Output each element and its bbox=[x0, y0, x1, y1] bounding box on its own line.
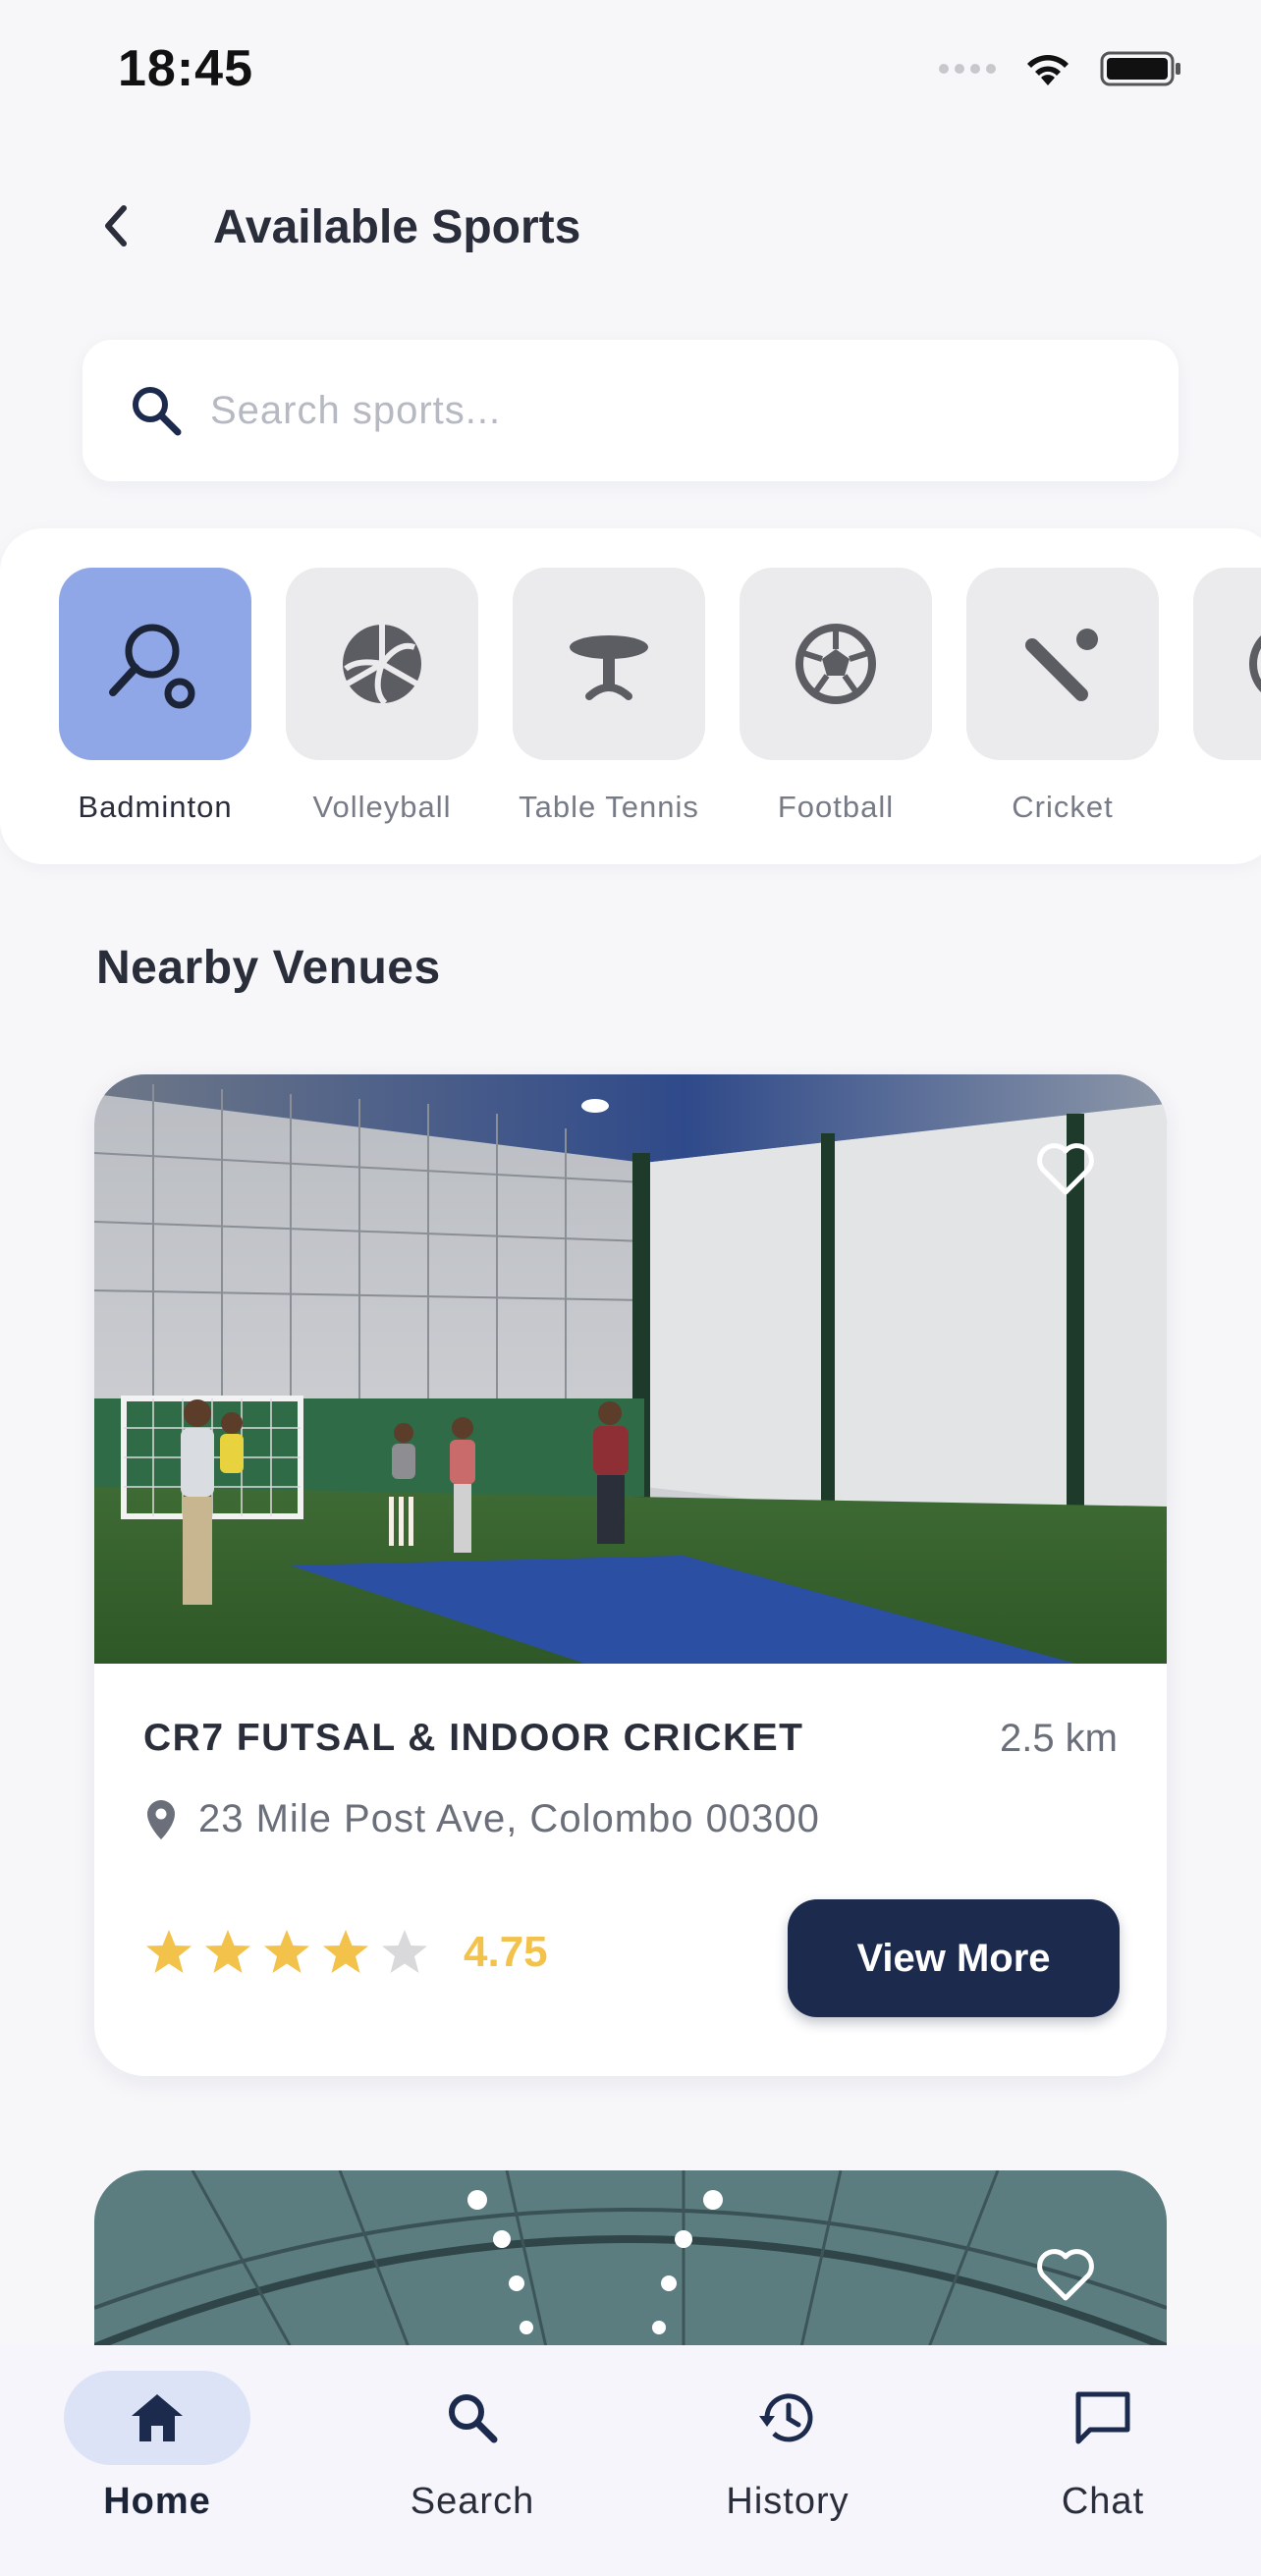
wifi-icon bbox=[1027, 55, 1069, 85]
category-tile bbox=[513, 568, 705, 760]
volleyball-icon bbox=[343, 625, 421, 706]
location-pin-icon bbox=[147, 1799, 175, 1839]
nav-label: Search bbox=[410, 2481, 535, 2522]
venue-address: 23 Mile Post Ave, Colombo 00300 bbox=[198, 1797, 820, 1840]
category-tile bbox=[59, 568, 251, 760]
search-box[interactable] bbox=[82, 340, 1179, 481]
category-volleyball[interactable]: Volleyball bbox=[286, 568, 478, 825]
favorite-heart-icon[interactable] bbox=[1031, 1133, 1100, 1202]
nav-indicator bbox=[694, 2371, 881, 2465]
cellular-signal-icon bbox=[939, 64, 996, 74]
badminton-icon bbox=[109, 624, 195, 709]
venue-image bbox=[94, 1074, 1167, 1664]
table-tennis-icon bbox=[570, 635, 648, 700]
basketball-icon bbox=[1249, 635, 1261, 692]
nav-chat[interactable]: Chat bbox=[1005, 2391, 1201, 2523]
page-title: Available Sports bbox=[213, 201, 581, 253]
chat-icon bbox=[1075, 2391, 1130, 2444]
search-icon bbox=[122, 376, 191, 445]
venue-image bbox=[94, 2170, 1167, 2347]
favorite-heart-icon[interactable] bbox=[1031, 2239, 1100, 2308]
nav-search[interactable]: Search bbox=[374, 2394, 571, 2523]
star-filled-icon bbox=[205, 1930, 250, 1973]
rating-value: 4.75 bbox=[464, 1928, 548, 1976]
home-icon bbox=[132, 2394, 183, 2441]
category-football[interactable]: Football bbox=[740, 568, 932, 825]
battery-icon bbox=[1100, 51, 1180, 86]
category-table-tennis[interactable]: Table Tennis bbox=[513, 568, 705, 825]
nav-indicator bbox=[1010, 2371, 1196, 2465]
category-label: Cricket bbox=[1012, 790, 1114, 824]
screen: 18:45 Available Sports Search sports... … bbox=[0, 0, 1261, 2576]
cricket-icon bbox=[1025, 629, 1098, 701]
star-rating bbox=[143, 1927, 430, 1978]
category-label: Football bbox=[777, 790, 895, 824]
star-empty-icon bbox=[382, 1930, 427, 1973]
football-icon bbox=[795, 624, 876, 704]
search-input[interactable] bbox=[210, 388, 1094, 433]
header: Available Sports bbox=[0, 177, 1261, 275]
section-title: Nearby Venues bbox=[96, 942, 441, 994]
category-tile bbox=[966, 568, 1159, 760]
bottom-navigation: Home Search History Chat bbox=[0, 2345, 1261, 2576]
nav-history[interactable]: History bbox=[689, 2393, 886, 2523]
star-filled-icon bbox=[323, 1930, 368, 1973]
status-icons bbox=[939, 49, 1182, 88]
nav-home[interactable]: Home bbox=[59, 2371, 255, 2523]
category-label: Table Tennis bbox=[519, 790, 699, 824]
chevron-left-icon bbox=[105, 205, 127, 247]
category-cricket[interactable]: Cricket bbox=[966, 568, 1159, 825]
nav-label: Chat bbox=[1061, 2481, 1145, 2522]
rating-row: 4.75 bbox=[143, 1927, 548, 1978]
category-partial[interactable]: B bbox=[1193, 568, 1261, 825]
venue-distance: 2.5 km bbox=[999, 1717, 1118, 1760]
view-more-button[interactable]: View More bbox=[788, 1899, 1120, 2017]
category-label: Volleyball bbox=[312, 790, 452, 824]
status-time: 18:45 bbox=[118, 40, 253, 97]
venue-card[interactable] bbox=[94, 2170, 1167, 2347]
nav-indicator bbox=[64, 2371, 250, 2465]
sports-category-list: Badminton Volleyball Table Tennis Footba… bbox=[0, 528, 1261, 864]
category-label: Badminton bbox=[78, 790, 233, 824]
venue-card[interactable]: CR7 FUTSAL & INDOOR CRICKET 2.5 km 23 Mi… bbox=[94, 1074, 1167, 2076]
venue-address-row: 23 Mile Post Ave, Colombo 00300 bbox=[143, 1797, 820, 1841]
category-tile bbox=[740, 568, 932, 760]
category-tile bbox=[1193, 568, 1261, 760]
category-tile bbox=[286, 568, 478, 760]
nav-indicator bbox=[379, 2371, 566, 2465]
category-badminton[interactable]: Badminton bbox=[59, 568, 251, 825]
back-button[interactable] bbox=[84, 194, 147, 257]
star-filled-icon bbox=[146, 1930, 192, 1973]
search-icon bbox=[449, 2394, 498, 2443]
status-bar: 18:45 bbox=[0, 0, 1261, 137]
star-filled-icon bbox=[264, 1930, 309, 1973]
venue-name: CR7 FUTSAL & INDOOR CRICKET bbox=[143, 1717, 804, 1759]
history-icon bbox=[759, 2393, 813, 2442]
nav-label: History bbox=[726, 2481, 850, 2522]
nav-label: Home bbox=[103, 2481, 211, 2522]
